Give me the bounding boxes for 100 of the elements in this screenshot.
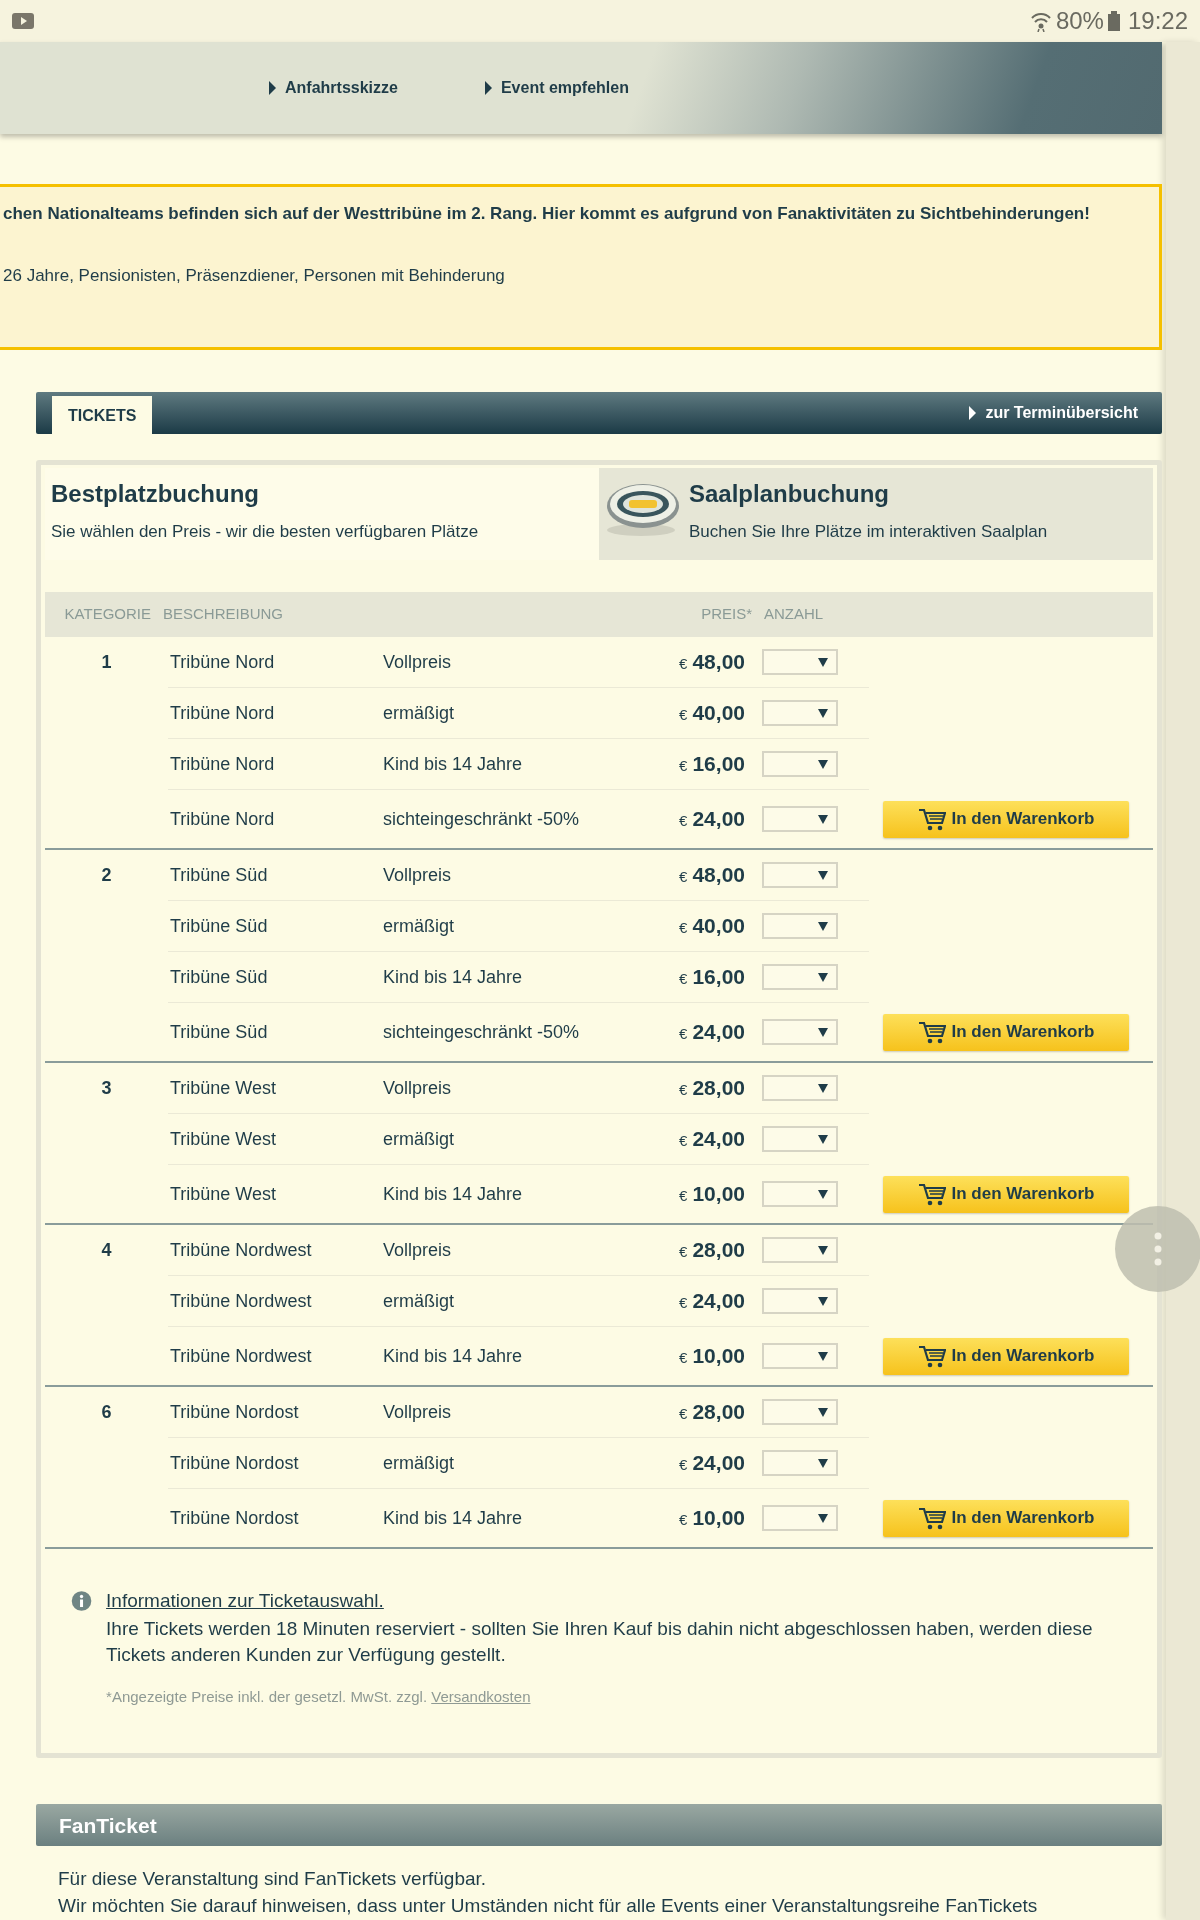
price: € 16,00 xyxy=(679,968,745,989)
quantity-select[interactable] xyxy=(762,649,838,675)
booking-tab[interactable]: Saalplanbuchung Buchen Sie Ihre Plätze im interaktiven Saalplan xyxy=(599,468,1153,560)
quantity-select[interactable] xyxy=(762,1505,838,1531)
price: € 48,00 xyxy=(679,653,745,674)
area-name: Tribüne Süd xyxy=(170,966,268,987)
caret-icon xyxy=(818,1351,828,1361)
quantity-select[interactable] xyxy=(762,1075,838,1101)
add-to-cart-button[interactable]: In den Warenkorb xyxy=(883,1013,1129,1051)
triangle-icon xyxy=(268,81,277,95)
video-icon xyxy=(12,13,34,29)
area-name: Tribüne Süd xyxy=(170,1021,268,1042)
tickets-tab[interactable]: TICKETS xyxy=(52,396,153,434)
area-name: Tribüne Süd xyxy=(170,864,268,885)
category-number: 6 xyxy=(101,1402,112,1422)
price: € 10,00 xyxy=(679,1347,745,1368)
caret-icon xyxy=(818,1245,828,1255)
triangle-icon xyxy=(483,81,493,95)
price: € 10,00 xyxy=(679,1509,745,1530)
caret-icon xyxy=(818,1513,828,1523)
cart-icon xyxy=(917,807,946,831)
add-to-cart-button[interactable]: In den Warenkorb xyxy=(883,1499,1129,1537)
category-number: 3 xyxy=(101,1078,112,1098)
price-type: ermäßigt xyxy=(383,915,454,936)
category-number: 4 xyxy=(101,1240,112,1260)
quantity-select[interactable] xyxy=(762,1126,838,1152)
add-to-cart-button[interactable]: In den Warenkorb xyxy=(883,1175,1129,1213)
quantity-select[interactable] xyxy=(762,964,838,990)
caret-icon xyxy=(818,1189,828,1199)
quantity-select[interactable] xyxy=(762,806,838,832)
fanticket-text: Wir möchten Sie darauf hinweisen, dass unter Umständen nicht für alle Events einer Veranstaltungsreihe FanTickets xyxy=(58,1893,1039,1918)
caret-icon xyxy=(818,972,828,982)
quantity-select[interactable] xyxy=(762,751,838,777)
wifi-icon xyxy=(1029,10,1052,32)
price: € 24,00 xyxy=(679,1454,745,1475)
caret-icon xyxy=(818,708,828,718)
quantity-select[interactable] xyxy=(762,1237,838,1263)
price-type: Kind bis 14 Jahre xyxy=(383,966,523,987)
booking-tab[interactable]: Bestplatzbuchung Sie wählen den Preis - wir die besten verfügbaren Plätze xyxy=(45,468,599,560)
more-icon xyxy=(1154,1232,1162,1266)
caret-icon xyxy=(818,814,828,824)
area-name: Tribüne West xyxy=(170,1077,277,1098)
price-type: ermäßigt xyxy=(383,1290,454,1311)
price: € 28,00 xyxy=(679,1241,745,1262)
price-type: Vollpreis xyxy=(383,1401,452,1422)
cart-icon xyxy=(917,1344,946,1368)
area-name: Tribüne Nordost xyxy=(170,1507,299,1528)
cart-icon xyxy=(917,1182,946,1206)
price-type: Vollpreis xyxy=(383,651,452,672)
caret-icon xyxy=(818,870,828,880)
header-link[interactable]: Anfahrtsskizze xyxy=(268,76,398,100)
fanticket-text: Für diese Veranstaltung sind FanTickets verfügbar. xyxy=(58,1867,488,1891)
quantity-select[interactable] xyxy=(762,1450,838,1476)
price: € 40,00 xyxy=(679,917,745,938)
price: € 24,00 xyxy=(679,1023,745,1044)
area-name: Tribüne Nordwest xyxy=(170,1290,312,1311)
caret-icon xyxy=(818,1407,828,1417)
column-header: PREIS* xyxy=(700,604,752,625)
price-type: Kind bis 14 Jahre xyxy=(383,1345,523,1366)
quantity-select[interactable] xyxy=(762,1019,838,1045)
overview-link[interactable]: zur Terminübersicht xyxy=(968,401,1138,425)
price-type: sichteingeschränkt -50% xyxy=(383,1021,580,1042)
area-name: Tribüne West xyxy=(170,1128,277,1149)
price-type: Vollpreis xyxy=(383,1077,452,1098)
info-link[interactable]: Informationen zur Ticketauswahl. xyxy=(106,1590,384,1611)
price-type: ermäßigt xyxy=(383,1128,454,1149)
notice-text: chen Nationalteams befinden sich auf der Westtribüne im 2. Rang. Hier kommt es aufgrund von Fanaktivitäten zu Sichtbehinderungen! xyxy=(3,203,1091,225)
price-type: ermäßigt xyxy=(383,702,454,723)
price: € 24,00 xyxy=(679,1292,745,1313)
cart-icon xyxy=(917,1506,946,1530)
header-link[interactable]: Event empfehlen xyxy=(483,76,629,100)
quantity-select[interactable] xyxy=(762,1399,838,1425)
area-name: Tribüne Nordwest xyxy=(170,1345,312,1366)
quantity-select[interactable] xyxy=(762,1288,838,1314)
price: € 28,00 xyxy=(679,1403,745,1424)
add-to-cart-button[interactable]: In den Warenkorb xyxy=(883,800,1129,838)
quantity-select[interactable] xyxy=(762,862,838,888)
area-name: Tribüne Nordwest xyxy=(170,1239,312,1260)
caret-icon xyxy=(818,1083,828,1093)
caret-icon xyxy=(818,921,828,931)
quantity-select[interactable] xyxy=(762,913,838,939)
price-type: Kind bis 14 Jahre xyxy=(383,753,523,774)
add-to-cart-button[interactable]: In den Warenkorb xyxy=(883,1337,1129,1375)
battery-icon xyxy=(1107,11,1120,31)
price-type: Kind bis 14 Jahre xyxy=(383,1507,523,1528)
quantity-select[interactable] xyxy=(762,1343,838,1369)
price: € 24,00 xyxy=(679,810,745,831)
caret-icon xyxy=(818,759,828,769)
clock-time: 19:22 xyxy=(1127,6,1188,36)
caret-icon xyxy=(818,1134,828,1144)
area-name: Tribüne Nord xyxy=(170,808,275,829)
price: € 48,00 xyxy=(679,866,745,887)
area-name: Tribüne Nord xyxy=(170,702,275,723)
price: € 24,00 xyxy=(679,1130,745,1151)
quantity-select[interactable] xyxy=(762,1181,838,1207)
quantity-select[interactable] xyxy=(762,700,838,726)
area-name: Tribüne Süd xyxy=(170,915,268,936)
price: € 10,00 xyxy=(679,1185,745,1206)
caret-icon xyxy=(818,1027,828,1037)
price-type: ermäßigt xyxy=(383,1452,454,1473)
